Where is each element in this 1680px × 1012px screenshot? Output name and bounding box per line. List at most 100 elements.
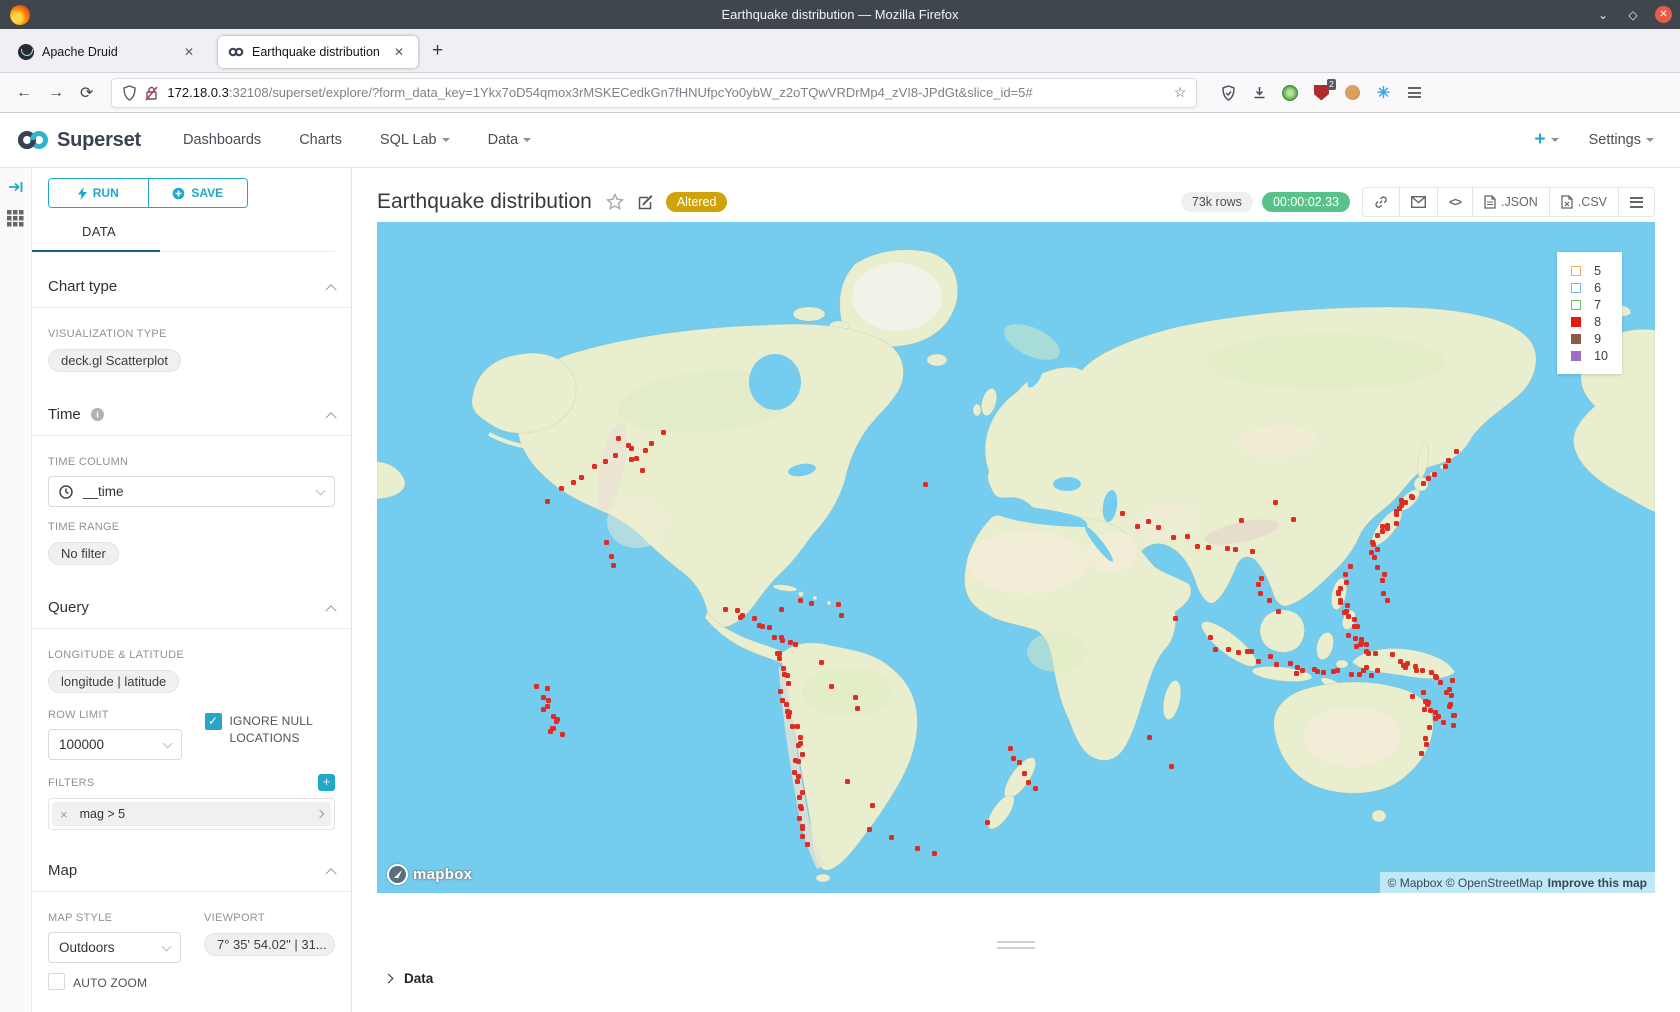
legend-item-10[interactable]: 10	[1571, 347, 1608, 364]
insecure-lock-icon[interactable]	[144, 85, 159, 101]
nav-data[interactable]: Data	[488, 132, 532, 148]
cookie-extension-icon[interactable]	[1343, 84, 1361, 102]
section-header-query[interactable]: Query	[32, 599, 351, 629]
run-button[interactable]: RUN	[49, 179, 149, 207]
earthquake-point	[778, 689, 783, 694]
edit-properties-icon[interactable]	[638, 194, 654, 210]
tracking-shield-icon[interactable]	[122, 85, 137, 101]
ignore-null-checkbox[interactable]: ✓	[205, 713, 222, 730]
earthquake-point	[592, 464, 597, 469]
legend-item-7[interactable]: 7	[1571, 296, 1608, 313]
new-item-button[interactable]: +	[1534, 129, 1558, 151]
pocket-shield-icon[interactable]	[1219, 84, 1237, 102]
export-csv-button[interactable]: .CSV	[1549, 187, 1619, 217]
chevron-right-icon[interactable]	[316, 810, 324, 818]
add-filter-button[interactable]: +	[318, 774, 335, 791]
favorite-star-icon[interactable]	[606, 193, 624, 211]
filter-chip[interactable]: × mag > 5	[52, 802, 331, 826]
earthquake-point	[1344, 580, 1349, 585]
legend-item-9[interactable]: 9	[1571, 330, 1608, 347]
legend-item-5[interactable]: 5	[1571, 262, 1608, 279]
lonlat-value[interactable]: longitude | latitude	[48, 670, 179, 693]
nav-dashboards[interactable]: Dashboards	[183, 132, 261, 148]
earthquake-point	[1213, 647, 1218, 652]
attribution-text[interactable]: © Mapbox © OpenStreetMap	[1388, 876, 1543, 890]
earthquake-point	[1173, 616, 1178, 621]
chevron-up-icon	[325, 412, 336, 423]
legend-swatch	[1571, 334, 1581, 344]
map-legend[interactable]: 5678910	[1557, 252, 1622, 374]
chart-menu-button[interactable]	[1618, 187, 1655, 217]
time-column-select[interactable]: __time	[48, 476, 335, 507]
extension-green-icon[interactable]	[1281, 84, 1299, 102]
save-button[interactable]: SAVE	[149, 179, 248, 207]
section-header-chart-type[interactable]: Chart type	[32, 278, 351, 308]
menu-icon[interactable]	[1405, 84, 1423, 102]
share-link-button[interactable]	[1362, 187, 1400, 217]
earthquake-point	[1276, 609, 1281, 614]
earthquake-point	[571, 480, 576, 485]
earthquake-point	[915, 846, 920, 851]
earthquake-point	[1421, 690, 1426, 695]
remove-filter-icon[interactable]: ×	[60, 807, 68, 822]
earthquake-point	[798, 735, 803, 740]
collapse-panel-icon[interactable]	[8, 180, 24, 194]
resize-handle[interactable]	[997, 941, 1035, 953]
tab-close-icon[interactable]: ✕	[390, 43, 408, 61]
earthquake-point	[1258, 591, 1263, 596]
bookmark-star-icon[interactable]: ☆	[1174, 84, 1187, 101]
forward-icon[interactable]: →	[48, 84, 64, 102]
nav-charts[interactable]: Charts	[299, 132, 342, 148]
mapbox-logo[interactable]: mapbox	[387, 864, 472, 885]
viz-type-value[interactable]: deck.gl Scatterplot	[48, 349, 181, 372]
tab-earthquake-distribution[interactable]: Earthquake distribution ✕	[218, 36, 418, 68]
earthquake-point	[1372, 555, 1377, 560]
deckgl-map[interactable]: 5678910 mapbox © Mapbox © OpenStreetMap …	[377, 222, 1655, 893]
time-range-label: TIME RANGE	[48, 521, 335, 533]
earthquake-point	[1369, 673, 1374, 678]
tab-apache-druid[interactable]: Apache Druid ✕	[8, 36, 208, 68]
legend-swatch	[1571, 283, 1581, 293]
export-json-button[interactable]: .JSON	[1472, 187, 1550, 217]
auto-zoom-checkbox[interactable]	[48, 973, 65, 990]
close-icon[interactable]: ✕	[1655, 6, 1672, 23]
section-header-time[interactable]: Time i	[32, 406, 351, 436]
earthquake-point	[579, 475, 584, 480]
minimize-icon[interactable]: ⌄	[1595, 8, 1611, 22]
time-range-value[interactable]: No filter	[48, 542, 119, 565]
envelope-icon	[1411, 196, 1426, 208]
chevron-right-icon	[384, 974, 394, 984]
earthquake-point	[1346, 633, 1351, 638]
legend-item-8[interactable]: 8	[1571, 313, 1608, 330]
section-header-map[interactable]: Map	[32, 862, 351, 892]
file-x-icon	[1561, 195, 1573, 209]
superset-logo[interactable]: Superset	[16, 129, 141, 152]
ublock-icon[interactable]: 2	[1312, 84, 1330, 102]
chevron-down-icon	[442, 138, 450, 142]
settings-menu[interactable]: Settings	[1589, 132, 1654, 148]
altered-badge[interactable]: Altered	[666, 192, 728, 212]
row-limit-select[interactable]: 100000	[48, 729, 182, 760]
bolt-icon	[78, 187, 87, 200]
url-input[interactable]: 172.18.0.3 :32108/superset/explore/?form…	[111, 78, 1197, 108]
datasource-grid-icon[interactable]	[7, 210, 24, 227]
new-tab-button[interactable]: +	[432, 41, 443, 60]
tab-close-icon[interactable]: ✕	[180, 43, 198, 61]
legend-item-6[interactable]: 6	[1571, 279, 1608, 296]
earthquake-point	[1426, 476, 1431, 481]
scatter-points-layer	[377, 222, 1655, 893]
maximize-icon[interactable]: ◇	[1625, 8, 1641, 22]
data-collapse-row[interactable]: Data	[385, 971, 433, 986]
earthquake-point	[1394, 512, 1399, 517]
back-icon[interactable]: ←	[16, 84, 32, 102]
improve-map-link[interactable]: Improve this map	[1548, 876, 1647, 890]
nav-sql-lab[interactable]: SQL Lab	[380, 132, 450, 148]
email-button[interactable]	[1399, 187, 1438, 217]
tab-data[interactable]: DATA	[82, 224, 116, 239]
map-style-select[interactable]: Outdoors	[48, 932, 181, 963]
reload-icon[interactable]: ⟳	[80, 83, 93, 103]
embed-code-button[interactable]: <>	[1437, 187, 1473, 217]
viewport-value[interactable]: 7° 35' 54.02" | 31...	[204, 933, 335, 956]
downloads-icon[interactable]	[1250, 84, 1268, 102]
extension-asterisk-icon[interactable]: ✳	[1374, 84, 1392, 102]
